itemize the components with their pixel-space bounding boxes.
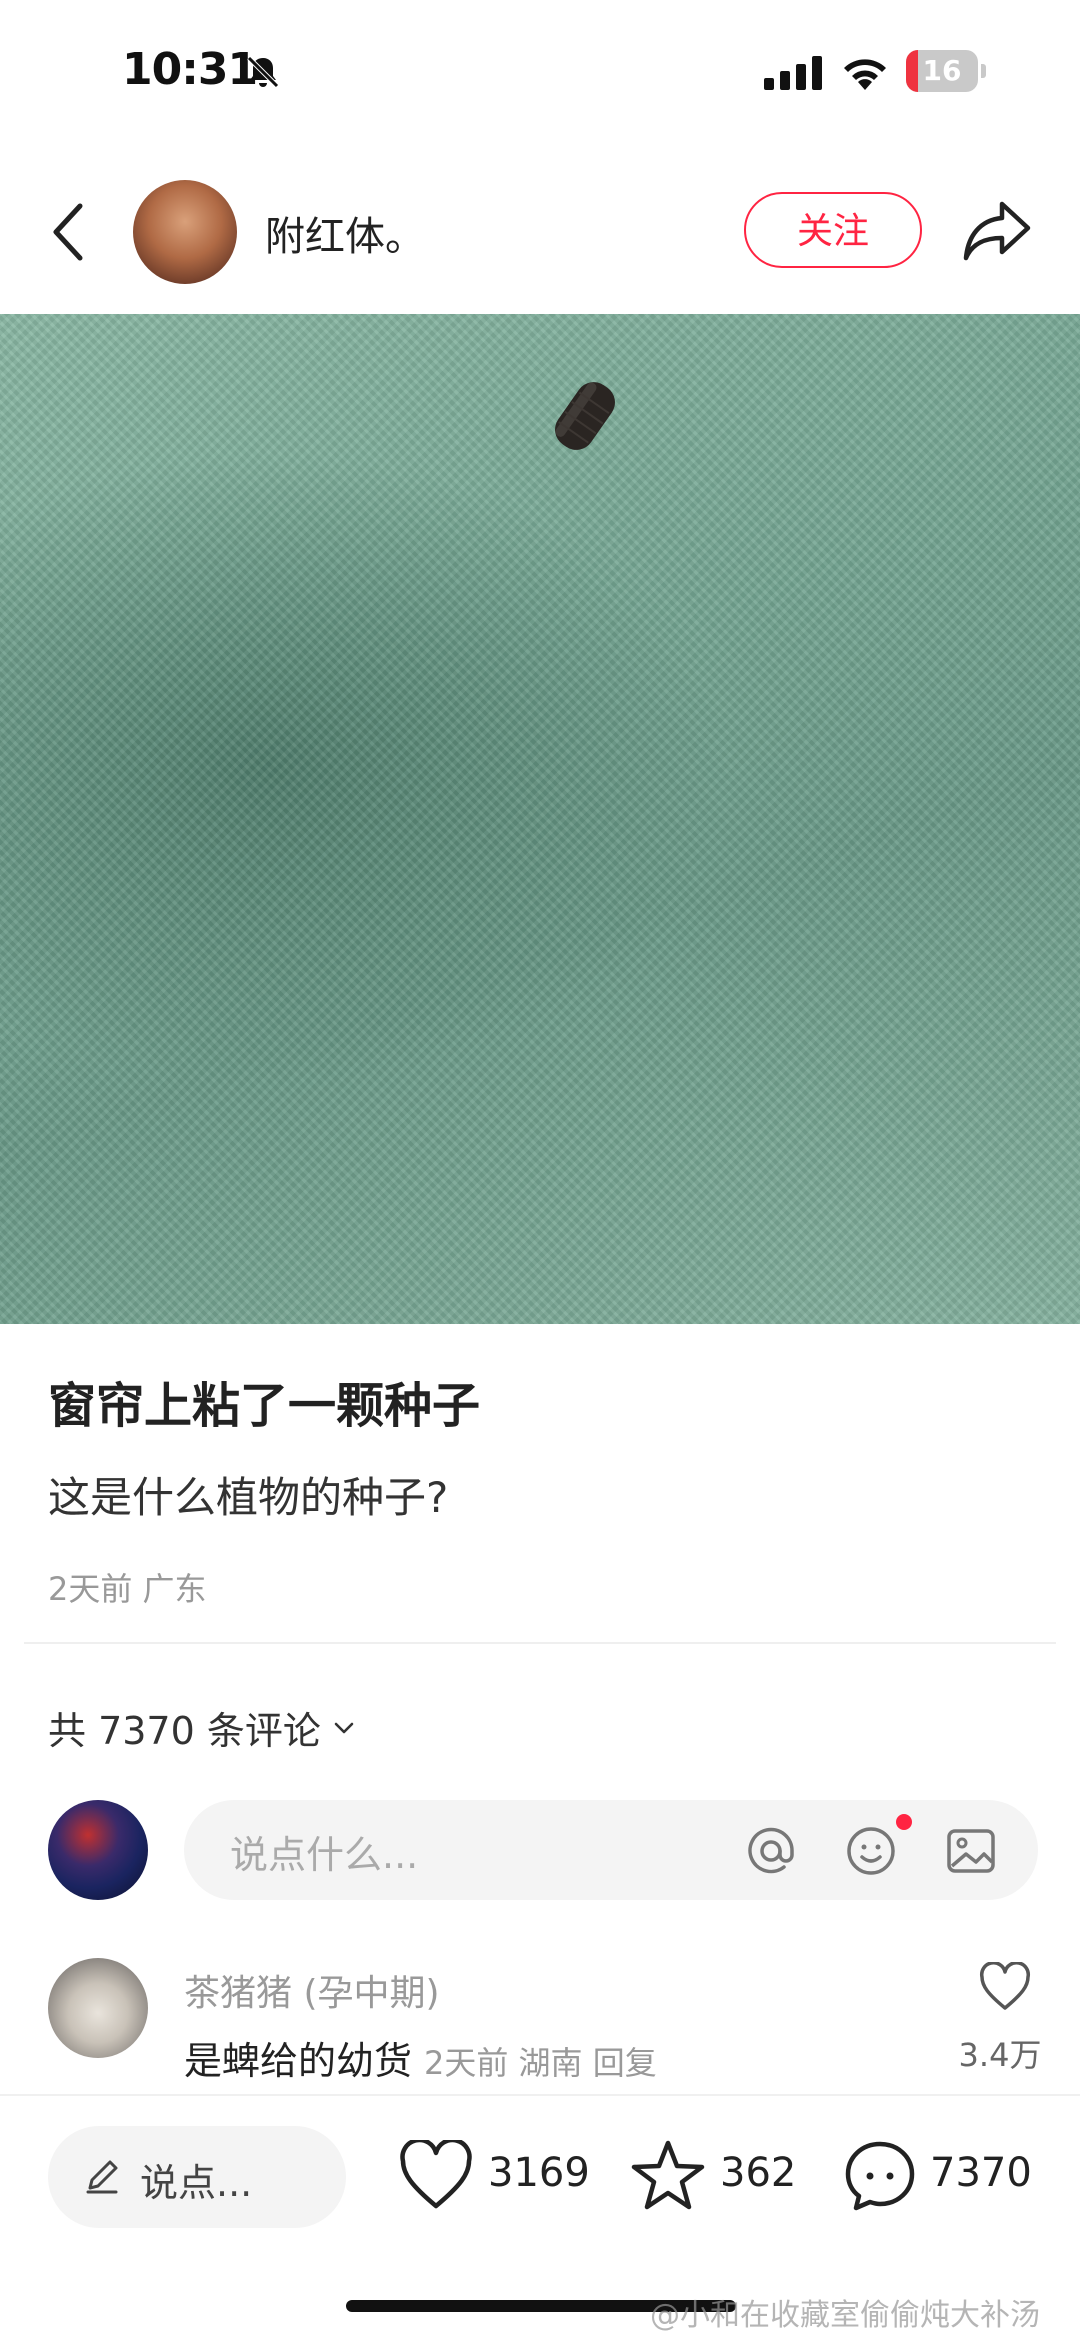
comment-input-placeholder: 说点什么... (230, 1833, 419, 1877)
comment-meta[interactable]: 2天前 湖南 回复 (424, 2044, 657, 2082)
comment-body: 是蜱给的幼货 (184, 2039, 413, 2083)
comment-text: 是蜱给的幼货 2天前 湖南 回复 (184, 2030, 657, 2085)
post-body: 这是什么植物的种子? (48, 1473, 449, 1522)
heart-icon[interactable] (978, 1962, 1032, 2012)
say-something-button[interactable]: 说点... (48, 2126, 346, 2228)
chat-icon[interactable] (842, 2138, 918, 2214)
author-name[interactable]: 附红体。 (265, 204, 425, 262)
comments-count-label: 共 7370 条评论 (48, 1709, 321, 1753)
comment-username[interactable]: 茶猪猪 (孕中期) (184, 1964, 440, 2016)
signal-icon (764, 56, 822, 90)
notification-dot (896, 1814, 912, 1830)
star-icon[interactable] (630, 2138, 706, 2214)
author-avatar[interactable] (133, 180, 237, 284)
bell-slash-icon (247, 56, 279, 88)
like-count: 3169 (488, 2150, 590, 2196)
image-icon[interactable] (944, 1824, 998, 1878)
like-icon[interactable] (398, 2140, 474, 2212)
post-image[interactable] (0, 314, 1080, 1324)
comment-input[interactable]: 说点什么... (184, 1800, 1038, 1900)
comment-like-count: 3.4万 (958, 2036, 1042, 2074)
chevron-down-icon (334, 1722, 354, 1733)
comment-count: 7370 (930, 2150, 1032, 2196)
comments-count-toggle[interactable]: 共 7370 条评论 (48, 1700, 357, 1755)
watermark: @小和在收藏室偷偷炖大补汤 (650, 2298, 1040, 2333)
divider (24, 1642, 1056, 1644)
pen-icon (86, 2160, 118, 2194)
back-icon[interactable] (50, 200, 90, 264)
follow-button[interactable]: 关注 (744, 192, 922, 268)
post-title: 窗帘上粘了一颗种子 (48, 1378, 481, 1434)
comment-avatar[interactable] (48, 1958, 148, 2058)
post-meta: 2天前 广东 (48, 1570, 207, 1608)
battery-icon: 16 (906, 50, 986, 92)
status-time: 10:31 (122, 44, 258, 95)
say-something-label: 说点... (140, 2161, 253, 2205)
battery-level: 16 (922, 54, 962, 87)
emoji-icon[interactable] (844, 1824, 898, 1878)
share-icon[interactable] (962, 198, 1032, 264)
wifi-icon (844, 59, 886, 90)
star-count: 362 (720, 2150, 797, 2196)
my-avatar[interactable] (48, 1800, 148, 1900)
seed-object (555, 382, 615, 450)
at-icon[interactable] (744, 1824, 798, 1878)
